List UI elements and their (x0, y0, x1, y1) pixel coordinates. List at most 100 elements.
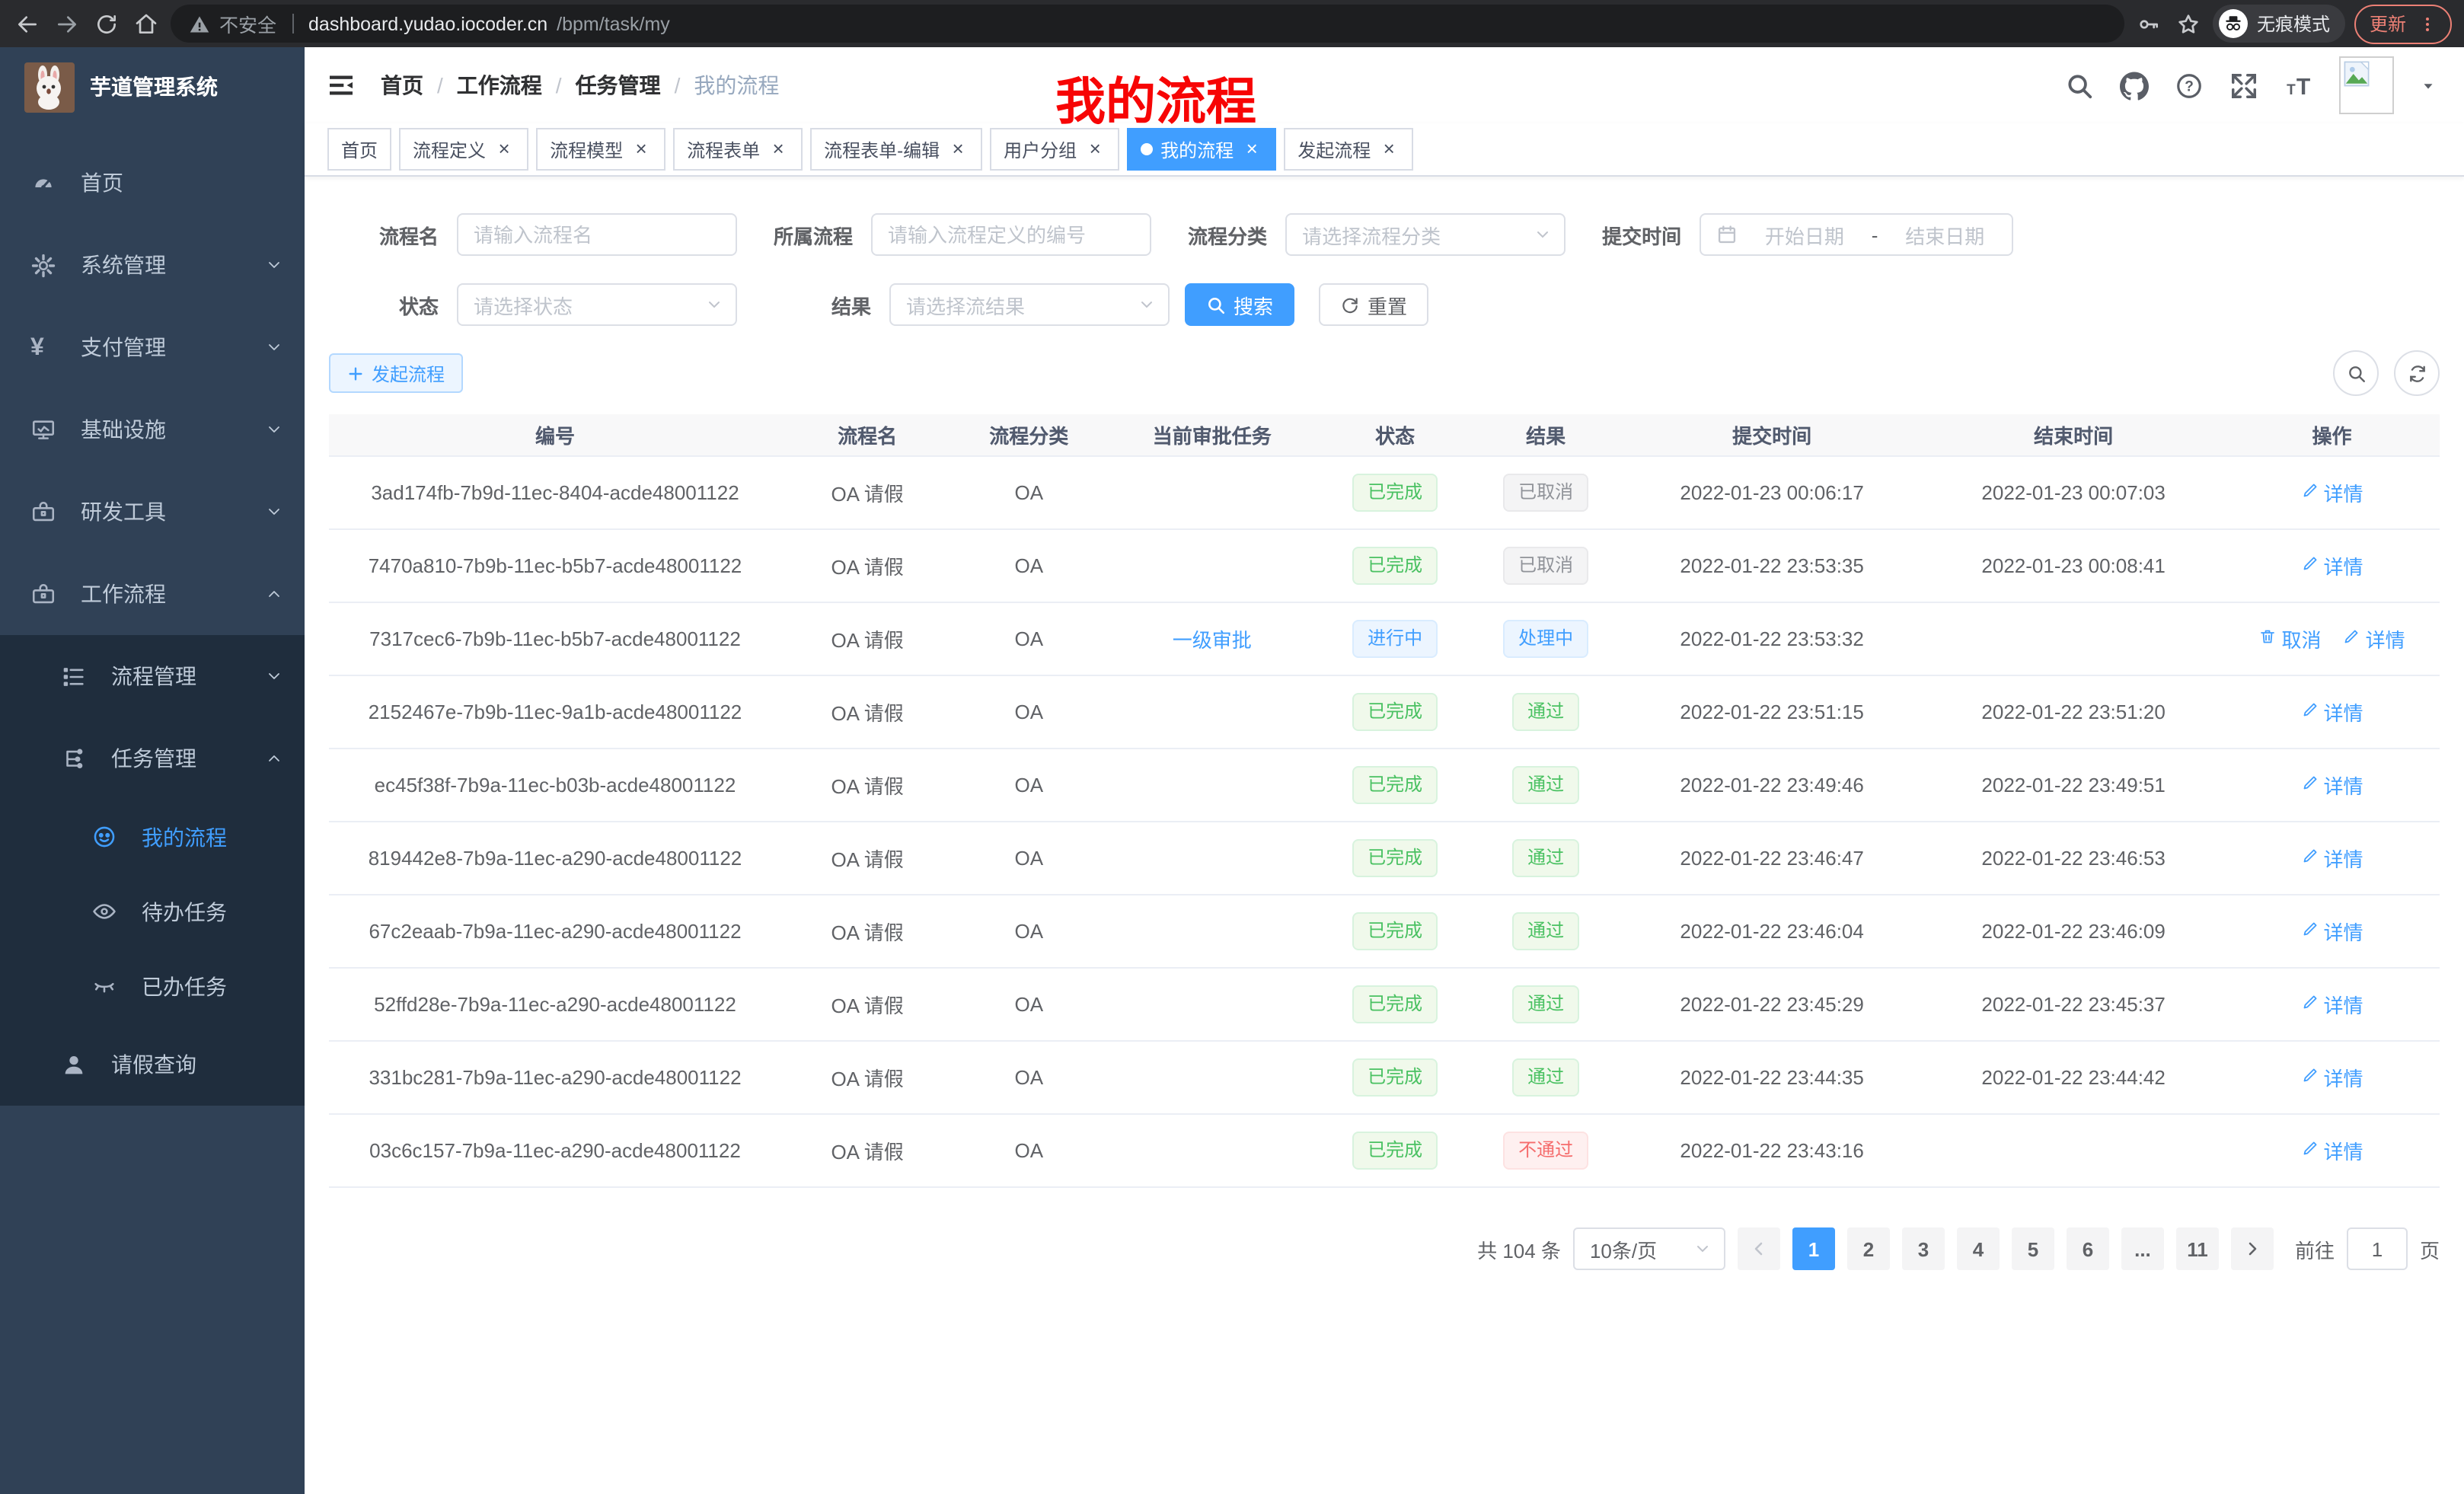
cell-actions: 详情 (2224, 1041, 2440, 1114)
category-select[interactable]: 请选择流程分类 (1285, 213, 1566, 256)
page-button-11[interactable]: 11 (2176, 1227, 2219, 1270)
detail-link[interactable]: 详情 (2301, 478, 2363, 507)
caret-down-icon[interactable] (2420, 77, 2437, 94)
url-host: dashboard.yudao.iocoder.cn (308, 13, 547, 34)
detail-link[interactable]: 详情 (2301, 698, 2363, 726)
cell-actions: 详情 (2224, 456, 2440, 529)
breadcrumb-item-0[interactable]: 首页 (381, 70, 423, 101)
sidebar-item-11[interactable]: 请假查询 (0, 1023, 305, 1106)
show-search-button[interactable] (2333, 350, 2379, 396)
sidebar-item-8[interactable]: 我的流程 (0, 800, 305, 874)
search-button[interactable]: 搜索 (1185, 283, 1294, 326)
close-icon[interactable]: × (947, 139, 969, 160)
close-icon[interactable]: × (630, 139, 652, 160)
close-icon[interactable]: × (1378, 139, 1400, 160)
home-icon[interactable] (131, 8, 161, 39)
sidebar-toggle-icon[interactable] (326, 70, 356, 101)
breadcrumb-item-1[interactable]: 工作流程 (457, 70, 542, 101)
detail-link[interactable]: 详情 (2301, 1136, 2363, 1165)
next-page-button[interactable] (2231, 1227, 2274, 1270)
search-icon[interactable] (2065, 71, 2094, 100)
back-icon[interactable] (12, 8, 43, 39)
category-placeholder: 请选择流程分类 (1302, 220, 1441, 249)
tab-6[interactable]: 我的流程 × (1127, 128, 1276, 171)
close-icon[interactable]: × (1241, 139, 1262, 160)
create-process-button[interactable]: 发起流程 (329, 353, 463, 393)
update-button[interactable]: 更新 (2354, 4, 2452, 43)
forward-icon[interactable] (52, 8, 82, 39)
page-button-...[interactable]: ... (2121, 1227, 2164, 1270)
font-size-icon[interactable]: TT (2284, 71, 2313, 100)
status-badge: 已完成 (1352, 1058, 1438, 1097)
toolbox-icon (30, 499, 56, 525)
app-logo[interactable]: 芋道管理系统 (0, 47, 305, 126)
refresh-button[interactable] (2394, 350, 2440, 396)
cell-category: OA (953, 1041, 1104, 1114)
sidebar-item-7[interactable]: 任务管理 (0, 717, 305, 800)
sidebar-item-3[interactable]: 基础设施 (0, 388, 305, 471)
status-badge: 已完成 (1352, 985, 1438, 1023)
kebab-menu-icon[interactable] (2418, 8, 2437, 39)
tab-4[interactable]: 流程表单-编辑× (810, 128, 982, 171)
column-header-5: 结果 (1470, 414, 1621, 456)
sidebar-item-10[interactable]: 已办任务 (0, 949, 305, 1023)
start-date-placeholder: 开始日期 (1753, 220, 1856, 249)
url-bar[interactable]: 不安全 dashboard.yudao.iocoder.cn/bpm/task/… (171, 5, 2124, 43)
star-icon[interactable] (2173, 8, 2204, 39)
page-button-6[interactable]: 6 (2067, 1227, 2109, 1270)
process-definition-input[interactable] (871, 213, 1151, 256)
detail-link[interactable]: 详情 (2301, 1063, 2363, 1092)
help-icon[interactable]: ? (2175, 71, 2204, 100)
tab-label: 用户分组 (1004, 136, 1077, 162)
github-icon[interactable] (2120, 71, 2149, 100)
sidebar-item-6[interactable]: 流程管理 (0, 635, 305, 717)
tab-label: 我的流程 (1160, 136, 1234, 162)
cell-actions: 详情 (2224, 749, 2440, 822)
close-icon[interactable]: × (493, 139, 515, 160)
detail-link[interactable]: 详情 (2301, 551, 2363, 580)
detail-link[interactable]: 详情 (2343, 624, 2405, 653)
result-select[interactable]: 请选择流结果 (889, 283, 1170, 326)
sidebar-item-9[interactable]: 待办任务 (0, 874, 305, 949)
page-size-select[interactable]: 10条/页 (1573, 1227, 1725, 1270)
sidebar-item-1[interactable]: 系统管理 (0, 224, 305, 306)
sidebar-item-4[interactable]: 研发工具 (0, 471, 305, 553)
jump-page-input[interactable] (2347, 1227, 2408, 1270)
fullscreen-icon[interactable] (2229, 71, 2258, 100)
page-button-5[interactable]: 5 (2012, 1227, 2054, 1270)
close-icon[interactable]: × (768, 139, 789, 160)
sidebar-item-2[interactable]: ¥支付管理 (0, 306, 305, 388)
detail-link[interactable]: 详情 (2301, 771, 2363, 800)
sidebar-item-0[interactable]: 首页 (0, 142, 305, 224)
tab-1[interactable]: 流程定义× (399, 128, 528, 171)
process-name-input[interactable] (457, 213, 737, 256)
chevron-up-icon (265, 749, 283, 768)
page-button-3[interactable]: 3 (1902, 1227, 1945, 1270)
detail-link[interactable]: 详情 (2301, 990, 2363, 1019)
reload-icon[interactable] (91, 8, 122, 39)
tab-0[interactable]: 首页 (327, 128, 391, 171)
status-select[interactable]: 请选择状态 (457, 283, 737, 326)
sidebar-item-label: 基础设施 (81, 414, 265, 445)
submit-time-range[interactable]: 开始日期 - 结束日期 (1700, 213, 2013, 256)
page-button-4[interactable]: 4 (1957, 1227, 2000, 1270)
page-button-2[interactable]: 2 (1847, 1227, 1890, 1270)
page-button-1[interactable]: 1 (1792, 1227, 1835, 1270)
cancel-link[interactable]: 取消 (2259, 624, 2322, 653)
current-task-link[interactable]: 一级审批 (1173, 629, 1252, 652)
tab-7[interactable]: 发起流程× (1284, 128, 1413, 171)
detail-link[interactable]: 详情 (2301, 917, 2363, 946)
sidebar-item-5[interactable]: 工作流程 (0, 553, 305, 635)
detail-link[interactable]: 详情 (2301, 844, 2363, 873)
close-icon[interactable]: × (1084, 139, 1106, 160)
tab-5[interactable]: 用户分组 × (990, 128, 1119, 171)
tab-3[interactable]: 流程表单× (673, 128, 803, 171)
avatar[interactable] (2339, 56, 2394, 114)
reset-button[interactable]: 重置 (1319, 283, 1428, 326)
page-size-value: 10条/页 (1590, 1234, 1657, 1263)
tab-2[interactable]: 流程模型× (536, 128, 665, 171)
breadcrumb-item-2[interactable]: 任务管理 (576, 70, 661, 101)
cell-name: OA 请假 (781, 968, 953, 1041)
prev-page-button[interactable] (1738, 1227, 1780, 1270)
key-icon[interactable] (2134, 8, 2164, 39)
